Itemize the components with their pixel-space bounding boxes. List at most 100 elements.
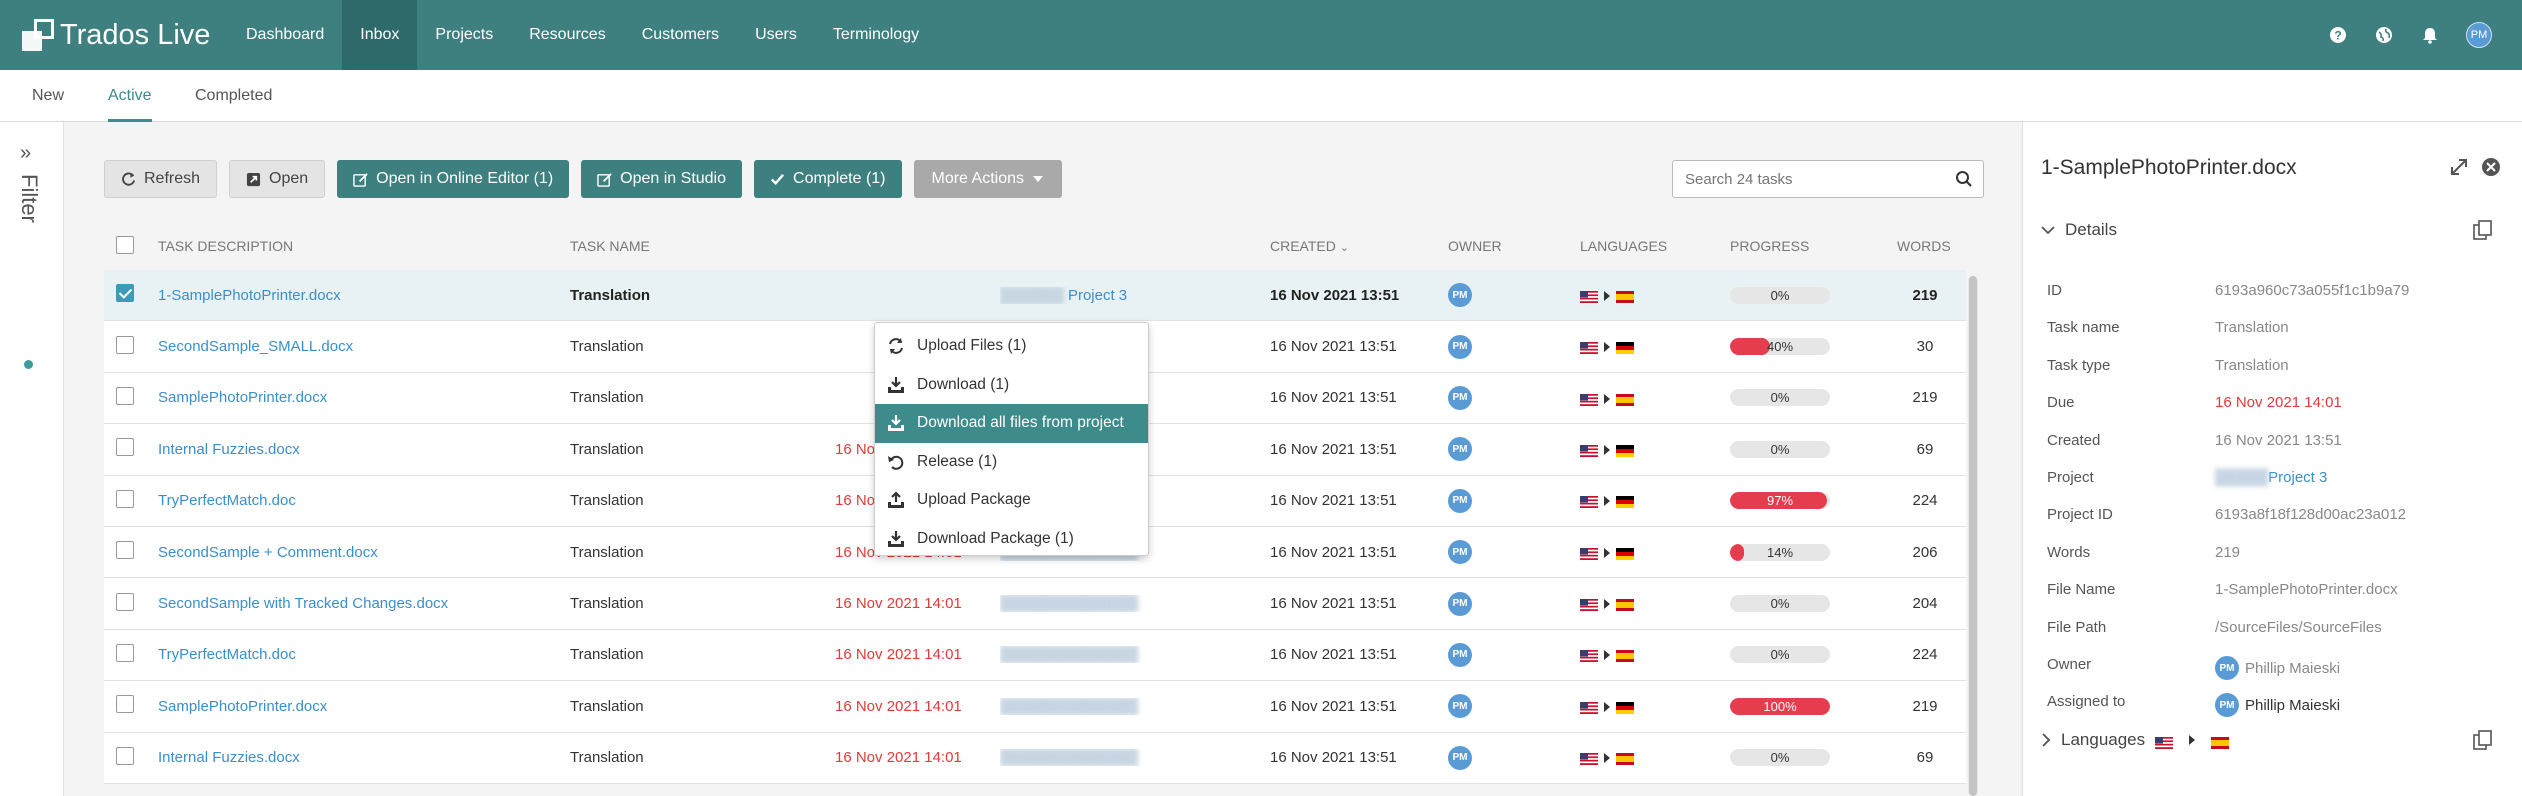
menu-item[interactable]: Upload Files (1) (875, 327, 1148, 366)
menu-item[interactable]: Upload Package (875, 481, 1148, 520)
tab-completed[interactable]: Completed (195, 70, 272, 122)
table-row[interactable]: SecondSample with Tracked Changes.docx Tr… (104, 578, 1966, 630)
globe-icon[interactable] (2374, 25, 2394, 45)
row-checkbox[interactable] (116, 386, 134, 405)
owner-avatar[interactable]: PM (1448, 642, 1472, 667)
task-description-link[interactable]: Internal Fuzzies.docx (158, 441, 570, 458)
col-task-description[interactable]: TASK DESCRIPTION (158, 238, 570, 254)
open-in-studio-button[interactable]: Open in Studio (581, 160, 743, 198)
owner-avatar[interactable]: PM (1448, 283, 1472, 308)
col-task-name[interactable]: TASK NAME (570, 238, 835, 254)
de-flag-icon (1616, 444, 1634, 457)
word-count: 219 (1912, 286, 1938, 304)
nav-dashboard[interactable]: Dashboard (228, 0, 342, 70)
owner-avatar[interactable]: PM (1448, 745, 1472, 770)
scrollbar-thumb[interactable] (1969, 276, 1977, 796)
select-all-checkbox[interactable] (116, 235, 134, 254)
row-checkbox[interactable] (116, 438, 134, 457)
owner-avatar[interactable]: PM (1448, 437, 1472, 462)
details-section-header[interactable]: Details (2041, 220, 2117, 240)
word-count: 219 (1912, 697, 1938, 715)
close-icon[interactable] (2480, 156, 2502, 178)
nav-terminology[interactable]: Terminology (815, 0, 937, 70)
filter-rail[interactable]: » Filter (0, 122, 64, 796)
language-arrow-icon (1604, 701, 1610, 712)
task-description-link[interactable]: SecondSample + Comment.docx (158, 544, 570, 561)
nav-customers[interactable]: Customers (624, 0, 737, 70)
row-checkbox[interactable] (116, 541, 134, 560)
owner-avatar[interactable]: PM (1448, 488, 1472, 513)
task-description-link[interactable]: SecondSample_SMALL.docx (158, 338, 570, 355)
row-checkbox[interactable] (116, 746, 134, 765)
search-input[interactable] (1673, 161, 1933, 197)
menu-item[interactable]: Release (1) (875, 443, 1148, 482)
menu-item[interactable]: Download Package (1) (875, 520, 1148, 559)
languages-section-header[interactable]: Languages (2041, 730, 2230, 750)
project-customer-blurred: ██████ (1000, 286, 1068, 304)
task-description-link[interactable]: 1-SamplePhotoPrinter.docx (158, 287, 570, 304)
menu-item[interactable]: Download all files from project (875, 404, 1148, 443)
col-languages[interactable]: LANGUAGES (1580, 238, 1730, 254)
row-checkbox[interactable] (116, 643, 134, 662)
row-checkbox[interactable] (116, 695, 134, 714)
bell-icon[interactable] (2420, 25, 2440, 45)
owner-avatar[interactable]: PM (1448, 591, 1472, 616)
col-progress[interactable]: PROGRESS (1730, 238, 1885, 254)
detail-value[interactable]: █████ Project 3 (2215, 469, 2327, 486)
project-link[interactable]: Project 3 (1068, 287, 1127, 304)
row-checkbox[interactable] (116, 335, 134, 354)
owner-avatar[interactable]: PM (1448, 334, 1472, 359)
menu-item[interactable]: Download (1) (875, 366, 1148, 405)
row-select-cell (104, 746, 158, 769)
task-description-link[interactable]: SamplePhotoPrinter.docx (158, 698, 570, 715)
open-button[interactable]: Open (229, 160, 326, 198)
nav-projects[interactable]: Projects (417, 0, 511, 70)
nav-inbox[interactable]: Inbox (342, 0, 418, 70)
expand-icon[interactable] (2448, 156, 2470, 178)
nav-resources[interactable]: Resources (511, 0, 623, 70)
copy-icon[interactable] (2471, 218, 2495, 242)
task-description-link[interactable]: Internal Fuzzies.docx (158, 749, 570, 766)
task-description-link[interactable]: SamplePhotoPrinter.docx (158, 389, 570, 406)
row-select-cell (104, 438, 158, 460)
created-date: 16 Nov 2021 13:51 (1270, 646, 1397, 664)
nav-users[interactable]: Users (737, 0, 815, 70)
progress-label: 40% (1766, 339, 1794, 355)
user-avatar[interactable]: PM (2466, 22, 2492, 48)
word-count: 206 (1912, 543, 1938, 561)
table-row[interactable]: 1-SamplePhotoPrinter.docx Translation ████… (104, 270, 1966, 322)
owner-avatar[interactable]: PM (1448, 385, 1472, 410)
tab-active[interactable]: Active (108, 70, 152, 122)
refresh-button[interactable]: Refresh (104, 160, 218, 198)
row-checkbox[interactable] (116, 592, 134, 611)
detail-value-text: 1-SamplePhotoPrinter.docx (2215, 581, 2398, 599)
edit-icon (353, 172, 368, 187)
task-description-link[interactable]: TryPerfectMatch.doc (158, 646, 570, 663)
col-created[interactable]: CREATED ⌄ (1270, 238, 1448, 254)
complete-button[interactable]: Complete (1) (754, 160, 902, 198)
copy-icon[interactable] (2471, 728, 2495, 752)
download-icon (887, 414, 905, 432)
table-row[interactable]: Internal Fuzzies.docxTranslation 16 Nov 2… (104, 732, 1966, 784)
app-logo[interactable]: Trados Live (22, 17, 210, 53)
search-icon[interactable] (1955, 170, 1973, 188)
col-owner[interactable]: OWNER (1448, 238, 1580, 254)
task-description-link[interactable]: TryPerfectMatch.doc (158, 492, 570, 509)
col-words[interactable]: WORDS (1885, 238, 1965, 254)
table-row[interactable]: TryPerfectMatch.docTranslation 16 Nov 202… (104, 629, 1966, 682)
task-description-link[interactable]: SecondSample with Tracked Changes.docx (158, 595, 570, 612)
expand-chevron-icon[interactable]: » (20, 142, 31, 165)
row-select-cell (104, 592, 158, 615)
open-online-editor-button[interactable]: Open in Online Editor (1) (337, 160, 570, 198)
row-checkbox[interactable] (116, 489, 134, 508)
tab-new[interactable]: New (32, 70, 64, 122)
owner-avatar[interactable]: PM (1448, 694, 1472, 719)
table-row[interactable]: SamplePhotoPrinter.docx Translation 16 Nov… (104, 681, 1966, 733)
row-checkbox[interactable] (116, 284, 134, 303)
more-actions-button[interactable]: More Actions (913, 160, 1062, 198)
owner-avatar[interactable]: PM (1448, 540, 1472, 565)
table-header: TASK DESCRIPTION TASK NAME CREATED ⌄ OWN… (104, 222, 1966, 270)
table-scrollbar[interactable] (1968, 276, 1978, 796)
help-icon[interactable]: ? (2328, 25, 2348, 45)
progress-bar: 97% (1730, 492, 1830, 510)
